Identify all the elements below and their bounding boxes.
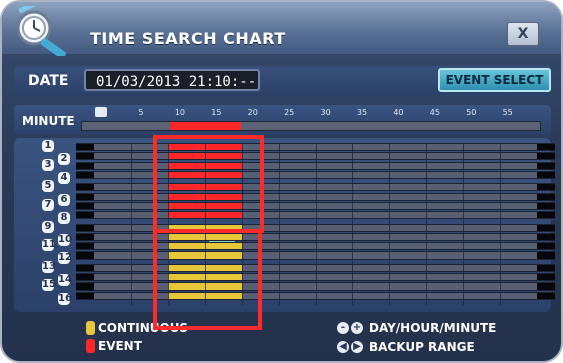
row-endcap-right	[537, 153, 555, 160]
plus-icon: +	[351, 322, 363, 334]
grid-line	[278, 143, 280, 305]
grid-line	[352, 143, 354, 305]
row-endcap-right	[537, 202, 555, 209]
minute-tick-50: 50	[466, 108, 477, 117]
highlight-box-event	[153, 135, 264, 233]
row-endcap-right	[537, 243, 555, 250]
minute-tick-30: 30	[320, 108, 331, 117]
channel-badge-5[interactable]: 5	[42, 180, 54, 193]
row-endcap-right	[537, 252, 555, 259]
minute-bar: MINUTE 0 5 10 15 20 25 30 35 40 45 50 55	[14, 105, 551, 135]
channel-badge-16[interactable]: 16	[58, 292, 72, 305]
continuous-swatch-icon	[86, 321, 95, 335]
row-endcap-right	[537, 184, 555, 191]
grid-line	[426, 143, 428, 305]
channel-badge-15[interactable]: 15	[42, 279, 56, 292]
row-endcap-left	[76, 153, 94, 160]
channel-badge-3[interactable]: 3	[42, 158, 54, 171]
legend-day-hour-minute: DAY/HOUR/MINUTE	[369, 321, 497, 335]
minute-tick-5: 5	[138, 108, 144, 117]
grid-line	[389, 143, 391, 305]
row-endcap-left	[76, 292, 94, 299]
legend: CONTINUOUS EVENT - + DAY/HOUR/MINUTE ◀ ▶…	[2, 314, 561, 361]
minute-tick-0: 0	[102, 108, 108, 117]
close-button[interactable]: X	[507, 22, 539, 46]
minute-tick-55: 55	[502, 108, 513, 117]
row-endcap-right	[537, 274, 555, 281]
channel-badge-11[interactable]: 11	[42, 239, 56, 252]
grid-line	[500, 143, 502, 305]
row-endcap-right	[537, 224, 555, 231]
channel-badge-7[interactable]: 7	[42, 198, 54, 211]
row-endcap-left	[76, 184, 94, 191]
grid-line	[315, 143, 317, 305]
row-endcap-right	[537, 162, 555, 169]
row-endcap-left	[76, 193, 94, 200]
row-endcap-left	[76, 162, 94, 169]
row-endcap-left	[76, 243, 94, 250]
minute-tick-45: 45	[429, 108, 440, 117]
grid-line	[130, 143, 132, 305]
channel-grid-panel: 1 2 3 4 5 6 7 8 9 10 11 12 13 14 15 16	[14, 138, 555, 312]
grid-line	[463, 143, 465, 305]
row-endcap-left	[76, 264, 94, 271]
event-select-button[interactable]: EVENT SELECT	[438, 68, 551, 92]
channel-badge-10[interactable]: 10	[58, 233, 72, 246]
row-endcap-left	[76, 252, 94, 259]
minute-tick-40: 40	[393, 108, 404, 117]
row-endcap-right	[537, 144, 555, 151]
row-endcap-left	[76, 202, 94, 209]
date-label: DATE	[28, 73, 69, 89]
channel-badge-8[interactable]: 8	[58, 212, 70, 225]
minute-tick-25: 25	[284, 108, 295, 117]
row-endcap-left	[76, 212, 94, 219]
channel-badge-4[interactable]: 4	[58, 171, 70, 184]
highlight-box-continuous	[153, 229, 262, 330]
row-endcap-left	[76, 144, 94, 151]
date-input[interactable]: 01/03/2013 21:10:--	[84, 69, 260, 91]
date-bar: DATE 01/03/2013 21:10:-- EVENT SELECT	[14, 66, 551, 96]
channel-badge-1[interactable]: 1	[42, 140, 54, 152]
minute-tick-15: 15	[211, 108, 222, 117]
title-bar: TIME SEARCH CHART X	[2, 2, 561, 56]
channel-badge-14[interactable]: 14	[58, 274, 72, 287]
minute-label: MINUTE	[22, 114, 75, 128]
timeline-grid[interactable]	[76, 143, 555, 305]
row-endcap-right	[537, 193, 555, 200]
minute-tick-10: 10	[174, 108, 186, 117]
search-clock-icon	[16, 6, 66, 56]
row-endcap-right	[537, 283, 555, 290]
row-endcap-left	[76, 233, 94, 240]
minus-icon: -	[337, 322, 349, 334]
backup-left-icon: ◀	[337, 341, 349, 353]
channel-badge-9[interactable]: 9	[42, 220, 54, 233]
row-endcap-right	[537, 212, 555, 219]
row-endcap-left	[76, 283, 94, 290]
row-endcap-right	[537, 264, 555, 271]
event-swatch-icon	[86, 339, 95, 353]
row-endcap-right	[537, 292, 555, 299]
row-endcap-right	[537, 233, 555, 240]
channel-badge-13[interactable]: 13	[42, 260, 56, 273]
channel-badge-12[interactable]: 12	[58, 252, 72, 265]
channel-badge-2[interactable]: 2	[58, 153, 70, 166]
minute-tick-20: 20	[247, 108, 258, 117]
row-endcap-left	[76, 171, 94, 179]
minute-tick-35: 35	[356, 108, 368, 117]
channel-badge-6[interactable]: 6	[58, 193, 70, 206]
row-endcap-left	[76, 274, 94, 281]
time-search-window: TIME SEARCH CHART X DATE 01/03/2013 21:1…	[0, 0, 563, 363]
row-endcap-left	[76, 224, 94, 231]
legend-event: EVENT	[98, 339, 142, 353]
minute-timeline[interactable]	[81, 121, 541, 131]
row-endcap-right	[537, 171, 555, 179]
minute-highlight	[170, 122, 241, 130]
legend-backup-range: BACKUP RANGE	[369, 340, 475, 354]
backup-right-icon: ▶	[351, 341, 363, 353]
window-title: TIME SEARCH CHART	[90, 29, 286, 48]
